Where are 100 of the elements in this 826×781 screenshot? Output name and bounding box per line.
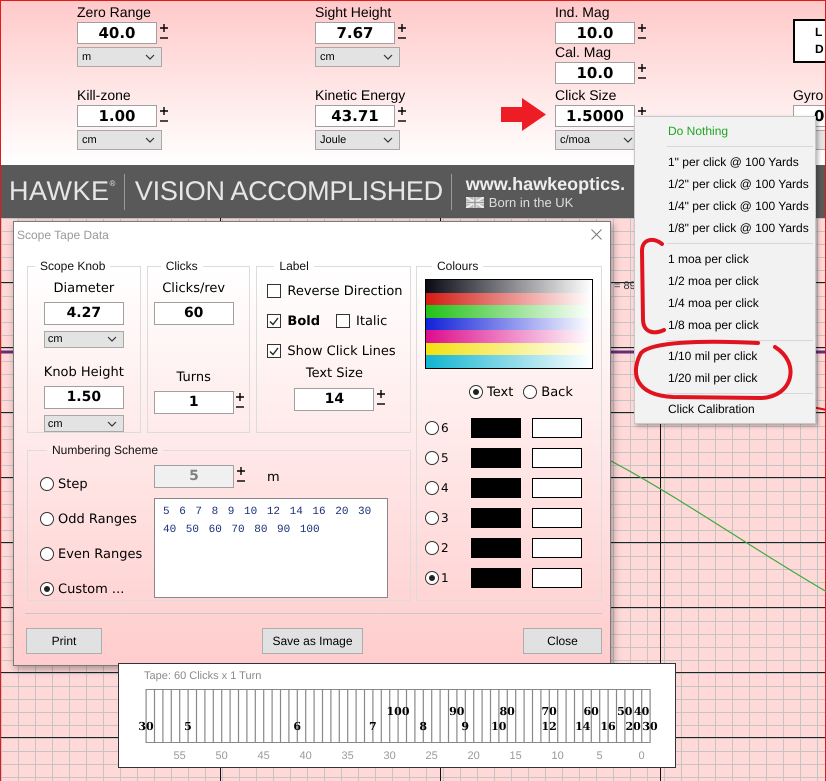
close-icon[interactable] xyxy=(591,229,602,240)
radio-label[interactable]: Even Ranges xyxy=(58,546,142,562)
value-field[interactable]: 1.5000 xyxy=(555,105,635,127)
tape-number: 60 xyxy=(584,705,599,718)
radio-button[interactable] xyxy=(425,421,439,435)
radio-label[interactable]: 6 xyxy=(441,421,449,435)
checkbox-label[interactable]: Reverse Direction xyxy=(287,284,403,298)
menu-item[interactable]: 1/4" per click @ 100 Yards xyxy=(637,195,813,217)
text-colour-swatch[interactable] xyxy=(471,568,521,588)
value-field[interactable]: 14 xyxy=(294,388,374,411)
radio-label[interactable]: Custom ... xyxy=(58,582,124,596)
value-field[interactable]: 10.0 xyxy=(555,22,635,44)
radio-button[interactable] xyxy=(523,385,538,399)
menu-item[interactable]: 1/8" per click @ 100 Yards xyxy=(637,217,813,239)
menu-item[interactable]: 1 moa per click xyxy=(637,248,813,270)
chevron-icon xyxy=(145,137,155,143)
origin-text: Born in the UK xyxy=(488,194,574,210)
radio-button[interactable] xyxy=(40,582,54,596)
increment-icon[interactable] xyxy=(160,24,168,32)
menu-item[interactable]: 1" per click @ 100 Yards xyxy=(637,151,813,173)
radio-label[interactable]: Odd Ranges xyxy=(58,512,137,526)
checkbox[interactable] xyxy=(267,344,282,358)
radio-label[interactable]: 1 xyxy=(441,571,449,585)
increment-icon[interactable] xyxy=(236,467,244,475)
increment-icon[interactable] xyxy=(398,24,406,32)
dialog-button[interactable]: Print xyxy=(26,628,102,654)
radio-label[interactable]: Step xyxy=(58,476,88,492)
checkbox[interactable] xyxy=(267,284,282,298)
menu-item[interactable]: 1/2" per click @ 100 Yards xyxy=(637,173,813,195)
text-colour-swatch[interactable] xyxy=(471,478,521,498)
back-colour-swatch[interactable] xyxy=(532,508,582,528)
checkbox-label[interactable]: Italic xyxy=(356,314,388,328)
menu-item[interactable]: 1/8 moa per click xyxy=(637,314,813,336)
dialog-button[interactable]: Close xyxy=(523,628,602,654)
unit-dropdown[interactable]: Joule xyxy=(315,130,400,150)
dialog-button[interactable]: Save as Image xyxy=(262,628,363,654)
unit-dropdown[interactable]: cm xyxy=(44,415,124,432)
radio-button[interactable] xyxy=(425,451,439,465)
tape-number: 6 xyxy=(293,720,302,733)
value-field[interactable]: 1.50 xyxy=(44,386,124,410)
radio-label[interactable]: 5 xyxy=(441,451,449,465)
radio-button[interactable] xyxy=(40,477,54,491)
back-colour-swatch[interactable] xyxy=(532,448,582,468)
radio-label[interactable]: Back xyxy=(541,384,573,400)
colour-palette-drawing[interactable] xyxy=(425,279,593,369)
checkbox-label[interactable]: Bold xyxy=(287,314,320,328)
field-label: Ind. Mag xyxy=(555,4,610,20)
unit-dropdown[interactable]: m xyxy=(77,47,162,67)
value-field[interactable]: 7.67 xyxy=(315,22,395,44)
value-field[interactable]: 4.27 xyxy=(44,302,124,325)
text-colour-swatch[interactable] xyxy=(471,418,521,438)
radio-label[interactable]: 4 xyxy=(441,481,449,495)
radio-button[interactable] xyxy=(425,571,439,585)
increment-icon[interactable] xyxy=(236,393,244,401)
radio-button[interactable] xyxy=(425,511,439,525)
increment-icon[interactable] xyxy=(638,24,646,32)
value-field[interactable]: 43.71 xyxy=(315,105,395,127)
increment-icon[interactable] xyxy=(160,107,168,115)
radio-label[interactable]: 3 xyxy=(441,511,449,525)
unit-dropdown[interactable]: cm xyxy=(77,130,162,150)
checkbox[interactable] xyxy=(267,314,282,328)
back-colour-swatch[interactable] xyxy=(532,478,582,498)
menu-item[interactable]: Click Calibration xyxy=(637,398,813,420)
value-field[interactable]: 60 xyxy=(154,302,234,325)
box-label: L xyxy=(815,24,824,41)
increment-icon[interactable] xyxy=(398,107,406,115)
increment-icon[interactable] xyxy=(376,390,385,398)
text-colour-swatch[interactable] xyxy=(471,448,521,468)
radio-button[interactable] xyxy=(40,547,54,561)
text-colour-swatch[interactable] xyxy=(471,508,521,528)
unit-dropdown[interactable]: cm xyxy=(315,47,400,67)
value-field[interactable]: 1 xyxy=(154,391,234,414)
scale-number: 50 xyxy=(215,750,228,762)
value-field[interactable]: 1.00 xyxy=(77,105,157,127)
website-url: www.hawkeoptics. xyxy=(466,174,626,194)
radio-label[interactable]: 2 xyxy=(441,541,449,555)
menu-item[interactable]: 1/20 mil per click xyxy=(637,367,813,389)
text-colour-swatch[interactable] xyxy=(471,538,521,558)
menu-item[interactable]: 1/10 mil per click xyxy=(637,345,813,367)
value-field[interactable]: 10.0 xyxy=(555,62,635,84)
radio-button[interactable] xyxy=(469,385,483,399)
back-colour-swatch[interactable] xyxy=(532,568,582,588)
radio-button[interactable] xyxy=(40,512,54,526)
unit-dropdown[interactable]: cm xyxy=(44,331,124,348)
menu-item[interactable]: 1/2 moa per click xyxy=(637,270,813,292)
checkbox[interactable] xyxy=(336,314,350,328)
radio-button[interactable] xyxy=(425,481,439,495)
field-label: Kinetic Energy xyxy=(315,87,406,103)
tape-number: 30 xyxy=(138,720,154,733)
checkbox-label[interactable]: Show Click Lines xyxy=(287,344,396,358)
increment-icon[interactable] xyxy=(638,107,646,115)
back-colour-swatch[interactable] xyxy=(532,538,582,558)
value-field[interactable]: 40.0 xyxy=(77,22,157,44)
custom-ranges-field[interactable]: 5 6 7 8 9 10 12 14 16 20 30 40 50 60 70 80 90 100 xyxy=(154,498,388,598)
group-title: Label xyxy=(278,259,310,273)
radio-button[interactable] xyxy=(425,541,439,555)
radio-label[interactable]: Text xyxy=(487,384,514,400)
back-colour-swatch[interactable] xyxy=(532,418,582,438)
menu-item[interactable]: 1/4 moa per click xyxy=(637,292,813,314)
increment-icon[interactable] xyxy=(638,64,646,72)
